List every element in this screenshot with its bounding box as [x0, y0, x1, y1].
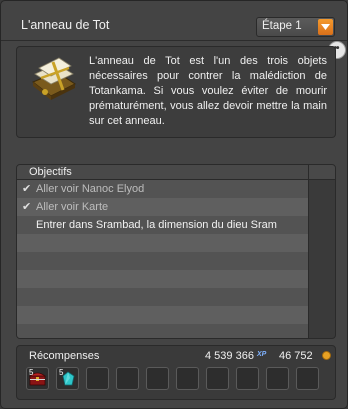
- rewards-panel: Récompenses 4 539 366 XP 46 752 5 5: [16, 345, 336, 400]
- empty-item-slot: [296, 367, 319, 390]
- objective-label: Aller voir Nanoc Elyod: [36, 183, 145, 195]
- objective-row[interactable]: ✔ Aller voir Nanoc Elyod: [17, 180, 308, 198]
- objective-row[interactable]: ✔ Aller voir Karte: [17, 198, 308, 216]
- objectives-column-divider: [308, 165, 309, 338]
- step-dropdown[interactable]: Étape 1: [256, 17, 335, 37]
- reward-item-slot[interactable]: 5: [56, 367, 79, 390]
- objectives-panel: Objectifs ✔ Aller voir Nanoc Elyod ✔ All…: [16, 164, 336, 339]
- checkmark-icon: ✔: [22, 183, 32, 195]
- quest-description-panel: L'anneau de Tot est l'un des trois objet…: [16, 46, 336, 138]
- chevron-down-icon: [321, 24, 330, 30]
- empty-row: [17, 234, 308, 252]
- empty-row: [17, 270, 308, 288]
- empty-item-slot: [146, 367, 169, 390]
- objectives-header: Objectifs: [17, 165, 335, 180]
- empty-item-slot: [86, 367, 109, 390]
- empty-row: [17, 252, 308, 270]
- objective-row[interactable]: Entrer dans Srambad, la dimension du die…: [17, 216, 308, 234]
- rewards-title: Récompenses: [29, 350, 100, 362]
- quest-description-text: L'anneau de Tot est l'un des trois objet…: [89, 55, 327, 127]
- step-dropdown-value: Étape 1: [262, 20, 302, 32]
- item-quantity: 5: [29, 368, 34, 377]
- reward-item-slot[interactable]: 5: [26, 367, 49, 390]
- empty-row: [17, 324, 308, 338]
- checkmark-icon: ✔: [22, 201, 32, 213]
- empty-item-slot: [266, 367, 289, 390]
- empty-row: [17, 306, 308, 324]
- dropdown-arrow-button[interactable]: [318, 19, 333, 35]
- objectives-title: Objectifs: [29, 166, 72, 178]
- empty-item-slot: [236, 367, 259, 390]
- window-title: L'anneau de Tot: [21, 18, 110, 32]
- xp-icon: XP: [257, 351, 267, 358]
- objective-label: Aller voir Karte: [36, 201, 109, 213]
- empty-item-slot: [116, 367, 139, 390]
- title-divider: [1, 40, 347, 41]
- objective-label: Entrer dans Srambad, la dimension du die…: [36, 219, 277, 231]
- xp-reward-value: 4 539 366: [205, 350, 254, 362]
- kamas-reward-value: 46 752: [279, 350, 313, 362]
- empty-item-slot: [206, 367, 229, 390]
- item-quantity: 5: [59, 368, 64, 377]
- scroll-book-icon: [32, 57, 76, 100]
- quest-window: L'anneau de Tot Étape 1 ••• L'anneau de …: [0, 0, 348, 409]
- empty-item-slot: [176, 367, 199, 390]
- empty-row: [17, 288, 308, 306]
- kama-coin-icon: [322, 351, 331, 360]
